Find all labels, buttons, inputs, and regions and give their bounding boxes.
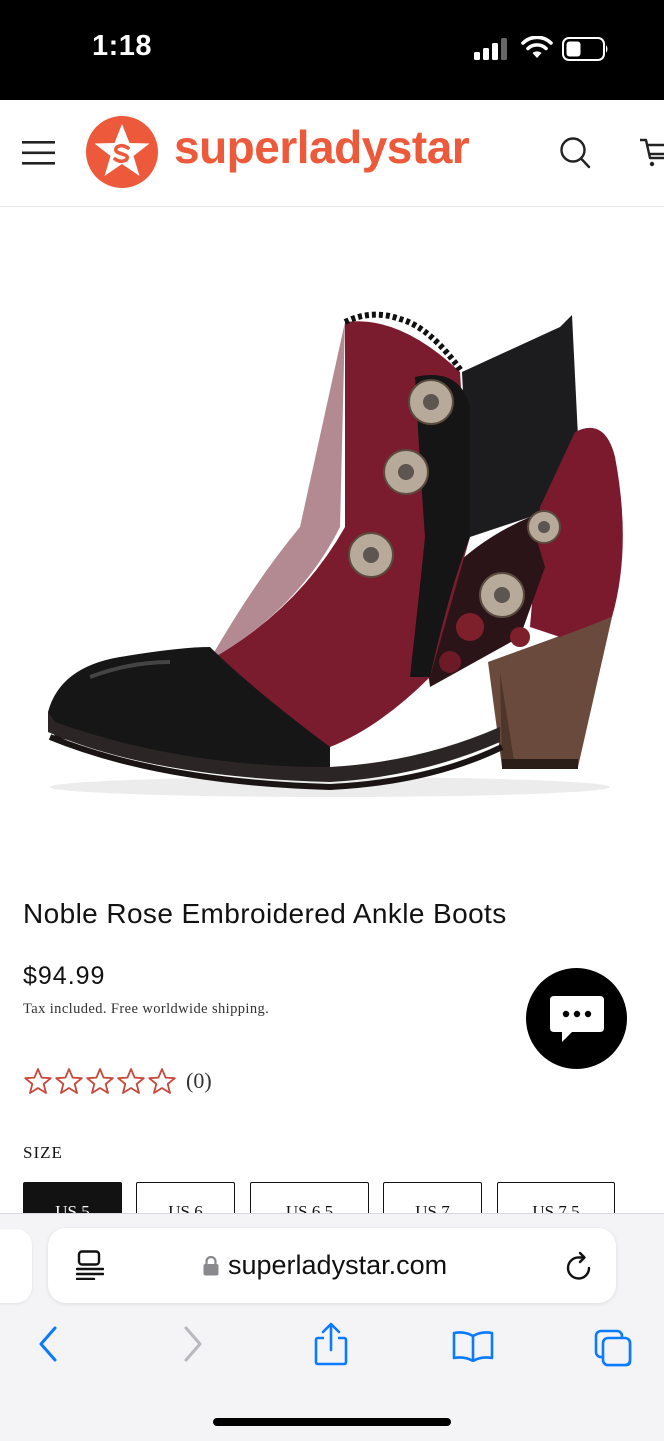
bookmarks-icon[interactable] [452,1330,494,1367]
star-outline-icon [55,1068,83,1094]
product-rating[interactable]: (0) [23,1067,212,1095]
status-bar: 1:18 [0,0,664,100]
product-image[interactable] [0,207,664,867]
forward-chevron-icon[interactable] [182,1326,204,1367]
back-chevron-icon[interactable] [37,1326,59,1367]
size-options: US 5 US 6 US 6.5 US 7 US 7.5 [23,1182,664,1213]
wifi-icon [521,35,553,65]
size-label: SIZE [23,1143,63,1162]
cart-icon[interactable] [638,136,664,173]
lock-icon [203,1255,219,1281]
star-outline-icon [117,1068,145,1094]
address-bar[interactable]: superladystar.com [48,1228,616,1303]
browser-toolbar: superladystar.com [0,1213,664,1441]
page-menu-icon[interactable] [75,1250,105,1285]
battery-icon [562,37,610,66]
chat-button[interactable] [526,968,627,1069]
size-option-us-7-5[interactable]: US 7.5 [497,1182,615,1213]
star-outline-icon [86,1068,114,1094]
size-option-us-6-5[interactable]: US 6.5 [250,1182,369,1213]
brand-name[interactable]: superladystar [174,120,470,174]
site-header: superladystar [0,100,664,207]
product-title: Noble Rose Embroidered Ankle Boots [23,898,507,929]
reload-icon[interactable] [565,1251,593,1286]
brand-logo-icon[interactable] [85,115,159,194]
url-text[interactable]: superladystar.com [228,1250,447,1281]
share-icon[interactable] [313,1322,349,1371]
star-outline-icon [24,1068,52,1094]
home-indicator [213,1418,451,1426]
hamburger-menu-icon[interactable] [22,140,56,171]
product-price: $94.99 [23,962,106,990]
previous-tab-preview[interactable] [0,1229,32,1303]
size-option-us-6[interactable]: US 6 [136,1182,235,1213]
cellular-signal-icon [474,38,510,65]
rating-count: (0) [186,1068,212,1093]
search-icon[interactable] [559,136,591,175]
tax-shipping-note: Tax included. Free worldwide shipping. [23,1001,270,1017]
status-time: 1:18 [92,30,153,62]
tabs-icon[interactable] [593,1328,633,1373]
size-option-us-7[interactable]: US 7 [383,1182,482,1213]
star-outline-icon [148,1068,176,1094]
size-option-us-5[interactable]: US 5 [23,1182,122,1213]
chat-bubble-icon [550,996,604,1042]
